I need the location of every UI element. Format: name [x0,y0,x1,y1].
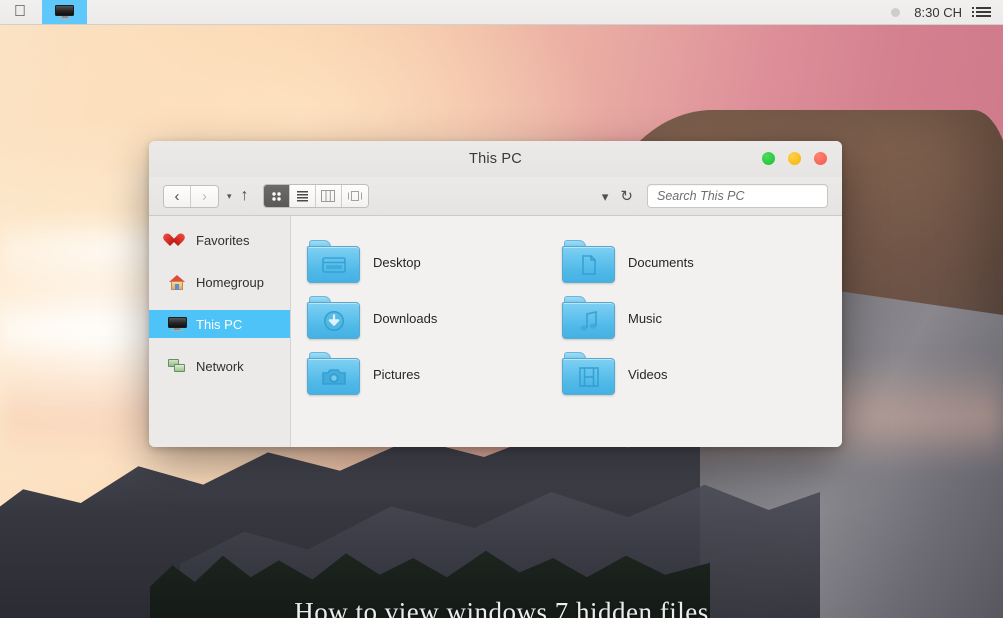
network-icon [167,358,187,374]
sidebar-item-this-pc[interactable]: This PC [149,310,290,338]
house-icon [167,274,187,290]
desktop: How to view windows 7 hidden files  8:3… [0,0,1003,618]
folder-desktop-icon [307,240,360,284]
folder-music-icon [562,296,615,340]
sidebar-item-network[interactable]: Network [149,352,290,380]
window-titlebar[interactable]: This PC [149,141,842,177]
back-button[interactable]: ‹ [164,185,191,207]
search-field[interactable] [647,184,828,208]
folder-item-documents[interactable]: Documents [562,234,817,290]
window-title: This PC [469,151,522,167]
sidebar-item-favorites[interactable]: Favorites [149,226,290,254]
folder-item-label: Music [628,310,662,326]
folder-item-label: Desktop [373,254,421,270]
folder-item-pictures[interactable]: Pictures [307,346,562,402]
folder-item-downloads[interactable]: Downloads [307,290,562,346]
wallpaper-caption-text: How to view windows 7 hidden files [294,597,709,618]
sidebar-item-label: Network [196,358,244,374]
sidebar-item-homegroup[interactable]: Homegroup [149,268,290,296]
window-body: Favorites Homegroup This PC Network Desk… [149,216,842,447]
status-dot-icon[interactable] [891,7,901,17]
folder-grid: Desktop Documents Downloads Music Pictur… [291,216,842,447]
grid-view-icon[interactable] [263,185,290,207]
file-explorer-window: This PC ‹ › ▾ ↑ ▾ ↻ Search This PC Favor… [149,141,842,447]
folder-item-label: Downloads [373,310,438,326]
menubar-spacer [87,0,891,24]
search-input[interactable] [657,189,818,203]
close-button[interactable] [814,152,827,165]
view-mode-segmented-control [262,184,369,208]
navigation-buttons: ‹ › [163,184,219,208]
window-controls [762,152,827,165]
minimize-button[interactable] [788,152,801,165]
folder-downloads-icon [307,296,360,340]
folder-item-label: Pictures [373,366,420,382]
folder-item-music[interactable]: Music [562,290,817,346]
sidebar-item-label: Favorites [196,232,250,248]
forward-button[interactable]: › [191,185,218,207]
list-view-icon[interactable] [289,185,316,207]
column-view-icon[interactable] [315,185,342,207]
history-dropdown-chevron-down-icon[interactable]: ▾ [227,191,232,202]
list-menu-icon[interactable] [972,7,991,17]
arrange-chevron-down-icon[interactable]: ▾ [602,190,609,203]
folder-documents-icon [562,240,615,284]
apple-menu-button[interactable]:  [0,0,42,24]
folder-item-desktop[interactable]: Desktop [307,234,562,290]
folder-pictures-icon [307,352,360,396]
menubar-status-area: 8:30 CH [891,0,1003,24]
folder-videos-icon [562,352,615,396]
heart-icon [167,233,187,247]
maximize-button[interactable] [762,152,775,165]
window-toolbar: ‹ › ▾ ↑ ▾ ↻ Search This PC [149,177,842,216]
menubar-clock[interactable]: 8:30 CH [914,5,962,20]
sidebar-item-label: This PC [196,316,243,332]
folder-item-label: Documents [628,254,694,270]
menu-bar:  8:30 CH [0,0,1003,25]
up-directory-button[interactable]: ↑ [241,188,249,204]
sidebar: Favorites Homegroup This PC Network [149,216,291,447]
refresh-icon[interactable]: ↻ [620,189,633,204]
menubar-app-item[interactable] [42,0,87,24]
monitor-icon [55,5,74,20]
sidebar-item-label: Homegroup [196,274,264,290]
coverflow-view-icon[interactable] [341,185,368,207]
folder-item-label: Videos [628,366,668,382]
monitor-icon [167,317,187,332]
apple-logo-icon:  [14,4,26,20]
folder-item-videos[interactable]: Videos [562,346,817,402]
